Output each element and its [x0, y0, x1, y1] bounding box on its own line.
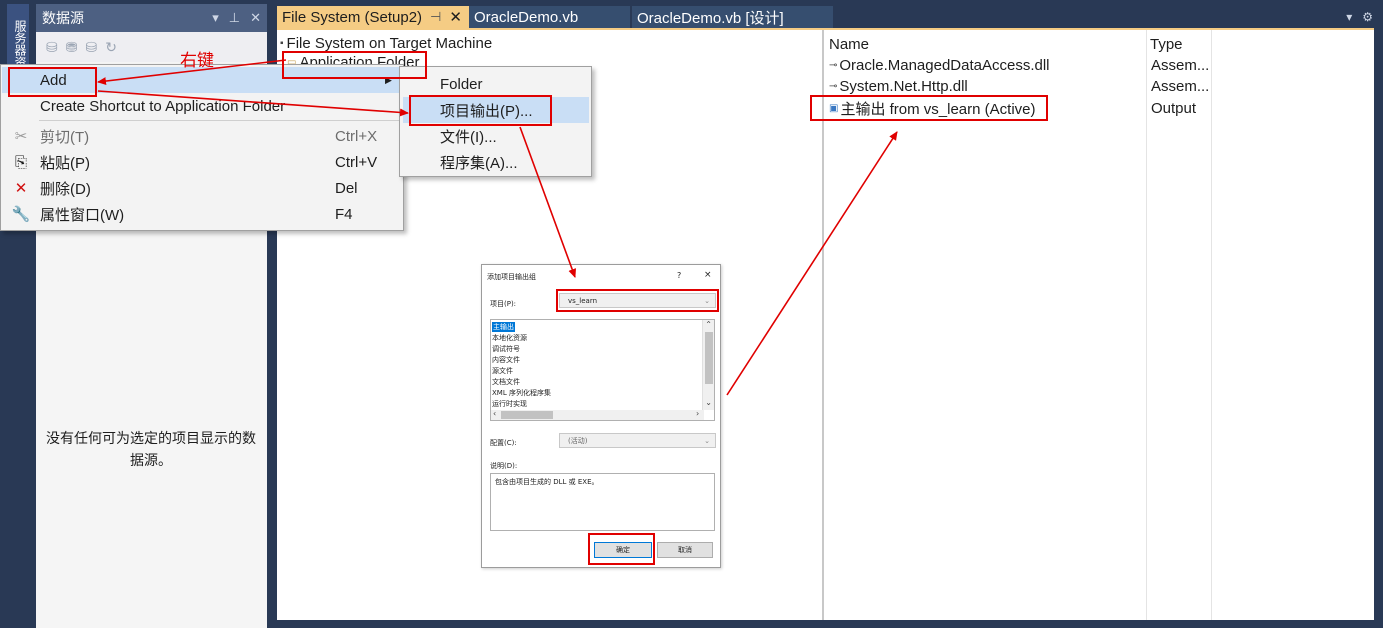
list-item[interactable]: 运行时实现	[492, 399, 527, 409]
help-button[interactable]: ?	[677, 271, 681, 280]
submenu-item-file[interactable]: 文件(I)...	[403, 123, 589, 149]
scroll-down-icon[interactable]: ⌄	[705, 398, 712, 407]
list-item[interactable]: 内容文件	[492, 355, 520, 365]
config-label: 配置(C):	[490, 439, 517, 447]
list-item[interactable]: XML 序列化程序集	[492, 388, 551, 398]
menu-item-delete[interactable]: ✕ 删除(D) Del	[2, 175, 402, 201]
list-item[interactable]: 调试符号	[492, 344, 520, 354]
document-tab-bar: File System (Setup2) ⊣ ✕ OracleDemo.vb O…	[277, 6, 1383, 28]
computer-icon: ▪	[280, 38, 284, 49]
tab-oracledemo-code[interactable]: OracleDemo.vb	[469, 6, 630, 28]
configure-dataset-icon[interactable]: ⛁	[85, 39, 97, 56]
tab-label: File System (Setup2)	[282, 8, 423, 26]
tab-label: OracleDemo.vb	[474, 8, 579, 26]
list-item-type: Output	[1151, 100, 1197, 117]
list-item-type: Assem...	[1151, 57, 1210, 74]
dialog-close-button[interactable]: ×	[704, 270, 712, 280]
scroll-up-icon[interactable]: ⌃	[705, 320, 712, 329]
dropdown-icon[interactable]: ▾	[212, 11, 219, 26]
horizontal-scrollbar[interactable]	[491, 410, 704, 420]
list-item[interactable]: 源文件	[492, 366, 513, 376]
list-item-type: Assem...	[1151, 78, 1210, 95]
cancel-button[interactable]: 取消	[657, 542, 713, 558]
datasources-empty-message: 没有任何可为选定的项目显示的数据源。	[46, 431, 256, 469]
highlight-add	[8, 67, 97, 97]
description-label: 说明(D):	[490, 462, 518, 470]
output-group-list[interactable]: 主输出 本地化资源 调试符号 内容文件 源文件 文档文件 XML 序列化程序集 …	[490, 319, 715, 421]
tab-oracledemo-design[interactable]: OracleDemo.vb [设计]	[632, 6, 833, 28]
delete-icon: ✕	[14, 180, 28, 197]
tab-dropdown-icon[interactable]: ▾	[1346, 10, 1352, 24]
tab-label: OracleDemo.vb [设计]	[637, 9, 784, 27]
pin-icon[interactable]: ⊣	[430, 9, 441, 25]
project-label: 项目(P):	[490, 300, 517, 308]
tab-options: ▾ ⚙	[1346, 6, 1373, 28]
chevron-down-icon: ⌄	[704, 436, 710, 445]
annotation-right-click: 右键	[180, 51, 214, 71]
dialog-title: 添加项目输出组	[487, 273, 536, 281]
config-select[interactable]: (活动) ⌄	[559, 433, 716, 448]
tree-root-node[interactable]: ▪ File System on Target Machine	[280, 35, 492, 52]
highlight-ok	[588, 533, 655, 565]
list-item[interactable]: 主输出	[492, 322, 515, 332]
refresh-icon[interactable]: ↻	[105, 39, 117, 56]
highlight-project-output	[409, 95, 552, 126]
description-text: 包含由项目生成的 DLL 或 EXE。	[495, 478, 599, 486]
scissors-icon: ✂	[14, 128, 28, 145]
add-datasource-icon[interactable]: ⛁	[46, 39, 58, 56]
highlight-project-select	[556, 289, 719, 312]
scroll-right-icon[interactable]: ›	[696, 409, 699, 418]
edit-dataset-icon[interactable]: ⛃	[66, 39, 78, 56]
close-icon[interactable]: ✕	[250, 11, 261, 26]
column-header-type[interactable]: Type	[1150, 36, 1183, 53]
file-icon: ⊸	[829, 60, 838, 71]
menu-item-properties[interactable]: 🔧 属性窗口(W) F4	[2, 201, 402, 227]
wrench-icon: 🔧	[11, 206, 31, 223]
description-box: 包含由项目生成的 DLL 或 EXE。	[490, 473, 715, 531]
scrollbar-thumb[interactable]	[705, 332, 713, 384]
tree-root-label: File System on Target Machine	[286, 35, 493, 52]
list-item[interactable]: 文档文件	[492, 377, 520, 387]
file-icon: ⊸	[829, 81, 838, 92]
gear-icon[interactable]: ⚙	[1362, 10, 1373, 24]
list-item-name: Oracle.ManagedDataAccess.dll	[839, 57, 1050, 74]
scrollbar-thumb[interactable]	[501, 411, 553, 419]
submenu-item-folder[interactable]: Folder	[403, 71, 589, 97]
list-item[interactable]: 本地化资源	[492, 333, 527, 343]
pin-icon[interactable]: ⊥	[229, 11, 240, 26]
column-header-name[interactable]: Name	[829, 36, 869, 53]
datasources-header: 数据源 ▾ ⊥ ✕	[36, 4, 267, 32]
datasources-toolbar: ⛁ ⛃ ⛁ ↻	[36, 32, 267, 62]
list-item[interactable]: ⊸ Oracle.ManagedDataAccess.dll Assem...	[829, 57, 1209, 74]
vertical-scrollbar[interactable]	[702, 320, 714, 410]
menu-separator	[39, 120, 399, 121]
scroll-left-icon[interactable]: ‹	[493, 409, 496, 418]
submenu-item-assembly[interactable]: 程序集(A)...	[403, 149, 589, 175]
list-item-name: System.Net.Http.dll	[839, 78, 968, 95]
datasources-title: 数据源	[42, 11, 84, 27]
clipboard-icon: ⎘	[14, 153, 27, 171]
highlight-application-folder	[282, 51, 427, 79]
menu-item-paste[interactable]: ⎘ 粘贴(P) Ctrl+V	[2, 149, 402, 175]
config-select-value: (活动)	[568, 436, 588, 445]
close-tab-icon[interactable]: ✕	[449, 8, 462, 26]
highlight-primary-output	[810, 95, 1048, 121]
list-item[interactable]: ⊸ System.Net.Http.dll Assem...	[829, 78, 1209, 95]
menu-item-cut[interactable]: ✂ 剪切(T) Ctrl+X	[2, 123, 402, 149]
tab-file-system[interactable]: File System (Setup2) ⊣ ✕	[277, 6, 469, 28]
